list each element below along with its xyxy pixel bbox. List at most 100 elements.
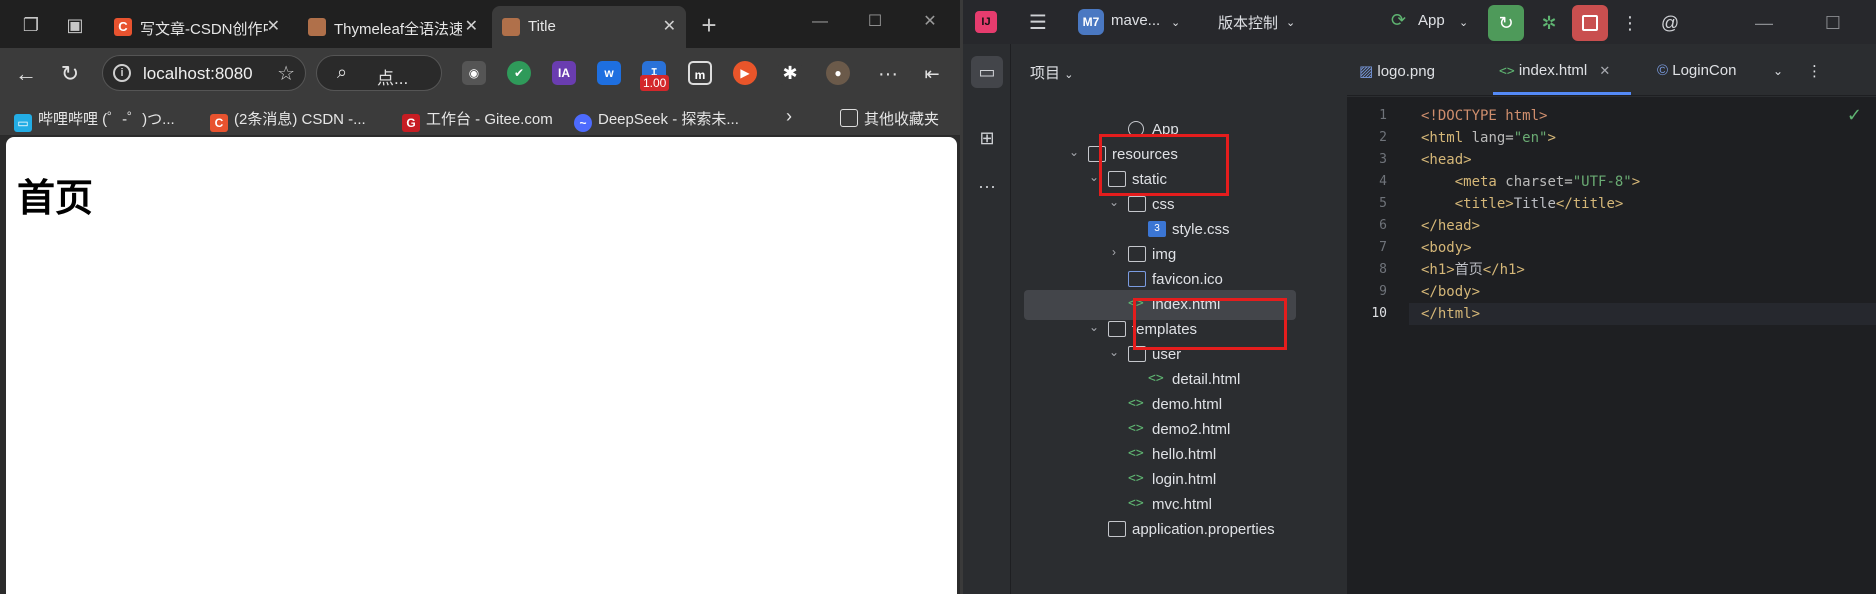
code-line[interactable]: <body> <box>1409 237 1876 259</box>
tree-item-application-properties[interactable]: application.properties <box>1012 515 1300 545</box>
bookmarks-bar: ▭ 哔哩哔哩 (゜-゜)つ... C (2条消息) CSDN -... G 工作台 -… <box>0 98 960 136</box>
code-line[interactable]: </body> <box>1409 281 1876 303</box>
browser-tab-csdn[interactable]: C 写文章-CSDN创作中心 ✕ <box>104 6 290 48</box>
extension-w-icon[interactable]: w <box>597 61 621 85</box>
code-token: <body> <box>1421 240 1472 256</box>
workspaces-icon[interactable]: ❐ <box>18 12 44 38</box>
reload-icon[interactable]: ↻ <box>56 60 84 88</box>
vcs-menu[interactable]: 版本控制 <box>1218 12 1278 33</box>
code-line[interactable]: <h1>首页</h1> <box>1409 259 1876 281</box>
extension-ia-icon[interactable]: IA <box>552 61 576 85</box>
intellij-logo-icon[interactable]: IJ <box>975 11 997 33</box>
site-info-icon[interactable]: i <box>113 64 131 82</box>
tree-item-label: style.css <box>1172 221 1230 238</box>
close-icon[interactable]: ✕ <box>465 16 478 36</box>
extensions-puzzle-icon[interactable]: ✱ <box>778 61 802 85</box>
bookmark-label: (2条消息) CSDN -... <box>234 111 366 128</box>
project-name[interactable]: mave... <box>1111 12 1160 29</box>
editor-tab-logincontroller[interactable]: © LoginCon <box>1657 62 1736 79</box>
tabs-dropdown-icon[interactable]: ⌄ <box>1773 64 1783 78</box>
chevron-right-icon[interactable]: › <box>1106 245 1122 259</box>
image-icon: ▨ <box>1359 63 1374 80</box>
chevron-down-icon[interactable]: ⌄ <box>1086 170 1102 184</box>
more-tools-icon[interactable]: ··· <box>971 170 1003 202</box>
browser-tab-thymeleaf[interactable]: Thymeleaf全语法速查 ✕ <box>298 6 488 48</box>
folder-icon <box>1088 146 1106 162</box>
address-bar[interactable]: i localhost:8080 ☆ <box>102 55 306 91</box>
tree-item-label: demo.html <box>1152 396 1223 413</box>
tree-item-label: static <box>1132 171 1168 188</box>
bookmark-gitee[interactable]: G 工作台 - Gitee.com <box>402 108 553 132</box>
chevron-down-icon[interactable]: ⌄ <box>1086 320 1102 334</box>
bookmark-deepseek[interactable]: ~ DeepSeek - 探索未... <box>574 108 739 132</box>
chevron-down-icon[interactable]: ⌄ <box>1066 145 1082 159</box>
rerun-button[interactable]: ↻ <box>1488 5 1524 41</box>
sidebar-toggle-icon[interactable]: ⇤ <box>918 60 946 88</box>
minimize-icon[interactable]: — <box>800 10 840 34</box>
extension-m-icon[interactable]: m <box>688 61 712 85</box>
other-bookmarks-folder[interactable]: 其他收藏夹 <box>840 108 939 128</box>
bookmark-csdn[interactable]: C (2条消息) CSDN -... <box>210 108 366 132</box>
close-icon[interactable]: ✕ <box>267 16 280 36</box>
new-tab-icon[interactable]: + <box>696 12 722 38</box>
code-line[interactable]: <!DOCTYPE html> <box>1409 105 1876 127</box>
chevron-down-icon[interactable]: ⌄ <box>1171 16 1180 29</box>
code-line[interactable]: <title>Title</title> <box>1409 193 1876 215</box>
close-window-icon[interactable]: ✕ <box>910 10 950 34</box>
close-icon[interactable]: ✕ <box>663 16 676 36</box>
chevron-down-icon[interactable]: ⌄ <box>1106 195 1122 209</box>
project-chip[interactable]: M7 <box>1078 9 1104 35</box>
chevron-down-icon: ⌄ <box>1064 69 1074 81</box>
editor-tab-index[interactable]: <> index.html ✕ <box>1499 62 1610 79</box>
minimize-icon[interactable]: — <box>1751 10 1777 36</box>
tree-item-label: mvc.html <box>1152 496 1212 513</box>
chevron-down-icon[interactable]: ⌄ <box>1286 16 1295 29</box>
line-number: 3 <box>1379 152 1387 167</box>
favorite-star-icon[interactable]: ☆ <box>277 61 295 86</box>
tab-actions-icon[interactable]: ▣ <box>62 12 88 38</box>
code-line[interactable]: </head> <box>1409 215 1876 237</box>
main-menu-icon[interactable]: ☰ <box>1025 10 1051 36</box>
stop-button[interactable] <box>1572 5 1608 41</box>
close-icon[interactable]: ✕ <box>1599 63 1610 78</box>
extension-glasses-icon[interactable]: ◉ <box>462 61 486 85</box>
code-line[interactable]: <head> <box>1409 149 1876 171</box>
bookmark-bilibili[interactable]: ▭ 哔哩哔哩 (゜-゜)つ... <box>14 108 175 132</box>
more-menu-icon[interactable]: ··· <box>874 60 902 88</box>
structure-icon[interactable]: ⊞ <box>971 122 1003 154</box>
run-config-name[interactable]: App <box>1418 12 1445 29</box>
debug-icon[interactable]: ✲ <box>1531 5 1567 41</box>
maximize-icon[interactable]: ☐ <box>1820 10 1846 36</box>
bookmark-label: DeepSeek - 探索未... <box>598 111 739 128</box>
code-editor[interactable]: ✓ <!DOCTYPE html> <html lang="en"> <head> … <box>1409 97 1876 594</box>
page-heading: 首页 <box>17 176 94 220</box>
line-number: 5 <box>1379 196 1387 211</box>
project-panel-title[interactable]: 项目 ⌄ <box>1030 62 1073 83</box>
bookmark-label: 哔哩哔哩 (゜-゜)つ... <box>38 111 175 128</box>
search-box[interactable]: ⌕ 点... <box>316 55 442 91</box>
back-icon[interactable]: ← <box>12 60 40 88</box>
chevron-down-icon[interactable]: ⌄ <box>1106 345 1122 359</box>
more-actions-icon[interactable]: ⋮ <box>1617 10 1643 36</box>
extension-shield-icon[interactable]: ✔ <box>507 61 531 85</box>
browser-tab-title[interactable]: Title ✕ <box>492 6 686 48</box>
editor-more-icon[interactable]: ⋮ <box>1807 62 1822 80</box>
deepseek-icon: ~ <box>574 114 592 132</box>
code-token: lang= <box>1463 130 1514 146</box>
maximize-icon[interactable]: ☐ <box>855 10 895 34</box>
project-folder-icon[interactable]: ▭ <box>971 56 1003 88</box>
profile-avatar[interactable]: ● <box>826 61 850 85</box>
chevron-down-icon[interactable]: ⌄ <box>1459 16 1468 29</box>
code-line[interactable]: <meta charset="UTF-8"> <box>1409 171 1876 193</box>
code-line[interactable]: <html lang="en"> <box>1409 127 1876 149</box>
code-line[interactable]: </html> <box>1409 303 1876 325</box>
project-panel: 项目 ⌄ App ⌄ resources ⌄ static ⌄ css 3 style.css ›… <box>1012 44 1300 594</box>
extension-play-icon[interactable]: ▶ <box>733 61 757 85</box>
tree-item-label: App <box>1152 121 1179 138</box>
chevron-right-icon[interactable]: › <box>786 106 792 126</box>
html-icon: <> <box>1499 64 1515 79</box>
ai-assistant-icon[interactable]: @ <box>1657 10 1683 36</box>
search-icon: ⌕ <box>337 62 348 82</box>
editor-tab-logo[interactable]: ▨ logo.png <box>1359 62 1435 80</box>
search-placeholder: 点... <box>377 69 409 88</box>
